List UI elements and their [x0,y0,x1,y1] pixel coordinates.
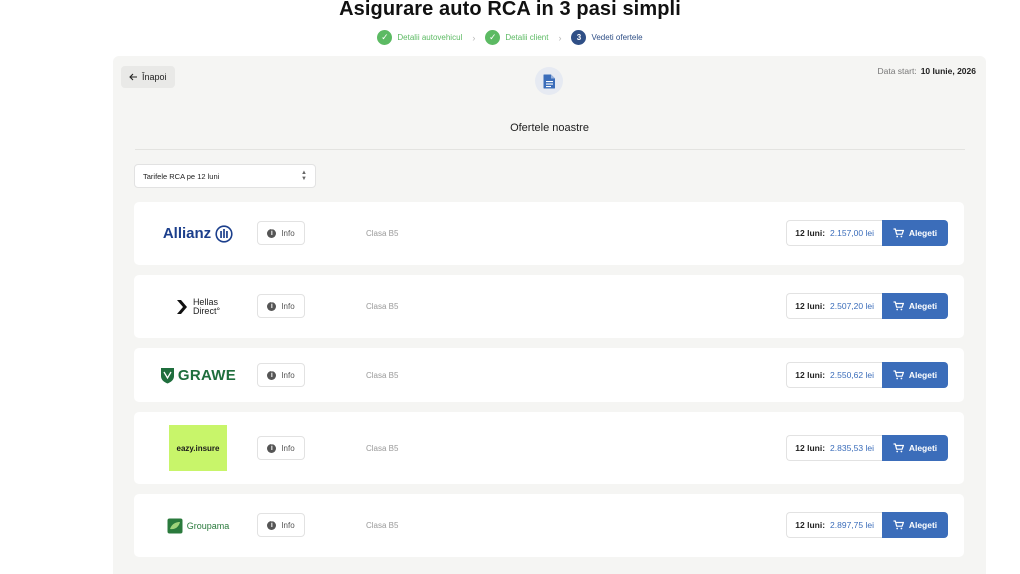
check-icon: ✓ [377,30,393,45]
allianz-eagle-icon [215,224,233,243]
logo-text: eazy.insure [169,425,227,471]
offer-card-groupama: Groupama i Info Clasa B5 12 luni: 2.897,… [134,494,964,557]
document-badge [535,67,563,95]
info-icon: i [267,301,277,311]
insurer-logo-hellas-direct: Hellas Direct° [148,275,248,338]
price-box: 12 luni: 2.550,62 lei [786,362,882,388]
price-value: 2.897,75 lei [830,520,874,530]
cart-icon [893,443,904,453]
offer-card-allianz: Allianz i Info Clasa B5 12 luni: 2.157,0… [134,202,964,265]
choose-label: Alegeti [908,370,938,380]
info-button[interactable]: i Info [257,363,305,387]
step-label: Vedeti ofertele [591,33,643,42]
back-label: Înapoi [142,72,167,82]
logo-text: Allianz [162,225,212,242]
choose-label: Alegeti [908,228,938,238]
chevron-up-down-icon: ▲ ▼ [301,170,307,182]
insurer-logo-allianz: Allianz [148,202,248,265]
choose-label: Alegeti [908,520,938,530]
info-button[interactable]: i Info [257,513,305,537]
bonus-malus-class: Clasa B5 [366,302,399,311]
bonus-malus-class: Clasa B5 [366,521,399,530]
price-value: 2.550,62 lei [830,370,874,380]
choose-label: Alegeti [908,443,938,453]
check-icon: ✓ [485,30,501,45]
offer-card-eazy-insure: eazy.insure i Info Clasa B5 12 luni: 2.8… [134,412,964,484]
offers-panel: Înapoi Data start: 10 Iunie, 2026 Ofertel… [113,56,986,574]
price-value: 2.835,53 lei [830,443,874,453]
period-label: 12 luni: [795,370,826,380]
insurer-logo-groupama: Groupama [148,494,248,557]
info-label: Info [281,301,295,311]
price-box: 12 luni: 2.897,75 lei [786,512,882,538]
step-view-offers[interactable]: 3 Vedeti ofertele [571,30,643,45]
page-title: Asigurare auto RCA in 3 pasi simpli [339,0,681,20]
hellas-arrow-icon [176,299,187,314]
bonus-malus-class: Clasa B5 [366,444,399,453]
period-label: 12 luni: [795,520,826,530]
choose-button[interactable]: Alegeti [882,220,948,246]
choose-label: Alegeti [908,301,938,311]
tariff-select[interactable]: Tarifele RCA pe 12 luni ▲ ▼ [134,164,316,188]
info-button[interactable]: i Info [257,436,305,460]
price-box: 12 luni: 2.507,20 lei [786,293,882,319]
period-label: 12 luni: [795,301,826,311]
step-label: Detalii autovehicul [397,33,463,42]
chevron-right-icon: › [472,32,476,43]
cart-icon [893,520,904,530]
bonus-malus-class: Clasa B5 [366,229,399,238]
logo-text-line-2: Direct [192,305,217,316]
offer-card-hellas-direct: Hellas Direct° i Info Clasa B5 12 luni: 2… [134,275,964,338]
period-label: 12 luni: [795,228,826,238]
info-button[interactable]: i Info [257,221,305,245]
bonus-malus-class: Clasa B5 [366,371,399,380]
price-value: 2.157,00 lei [830,228,874,238]
cart-icon [893,370,904,380]
step-number: 3 [571,30,587,45]
logo-text: GRAWE [177,366,237,384]
price-box: 12 luni: 2.835,53 lei [786,435,882,461]
choose-button[interactable]: Alegeti [882,435,948,461]
info-icon: i [267,520,277,530]
stepper: ✓ Detalii autovehicul › ✓ Detalii client… [0,30,1020,45]
start-date: Data start: 10 Iunie, 2026 [877,66,976,76]
step-vehicle-details[interactable]: ✓ Detalii autovehicul [377,30,462,45]
grawe-shield-icon [160,367,174,383]
offer-card-grawe: GRAWE i Info Clasa B5 12 luni: 2.550,62 … [134,348,964,402]
back-button[interactable]: Înapoi [121,66,175,88]
section-title: Ofertele noastre [510,122,589,134]
choose-button[interactable]: Alegeti [882,293,948,319]
groupama-leaf-icon [167,518,183,533]
info-label: Info [281,228,295,238]
arrow-left-icon [129,73,137,81]
info-label: Info [281,443,295,453]
chevron-right-icon: › [558,32,562,43]
divider [135,149,965,150]
info-icon: i [267,370,277,380]
period-label: 12 luni: [795,443,826,453]
price-box: 12 luni: 2.157,00 lei [786,220,882,246]
insurer-logo-eazy-insure: eazy.insure [148,412,248,484]
info-label: Info [281,520,295,530]
document-icon [543,74,555,88]
info-icon: i [267,228,277,238]
step-client-details[interactable]: ✓ Detalii client [485,30,548,45]
info-icon: i [267,443,277,453]
info-button[interactable]: i Info [257,294,305,318]
choose-button[interactable]: Alegeti [882,512,948,538]
price-value: 2.507,20 lei [830,301,874,311]
logo-text: Groupama [186,520,230,531]
start-date-label: Data start: [877,66,917,76]
insurer-logo-grawe: GRAWE [148,348,248,402]
step-label: Detalii client [505,33,549,42]
cart-icon [893,228,904,238]
choose-button[interactable]: Alegeti [882,362,948,388]
cart-icon [893,301,904,311]
info-label: Info [281,370,295,380]
tariff-select-value: Tarifele RCA pe 12 luni [143,171,220,181]
start-date-value: 10 Iunie, 2026 [920,66,976,76]
